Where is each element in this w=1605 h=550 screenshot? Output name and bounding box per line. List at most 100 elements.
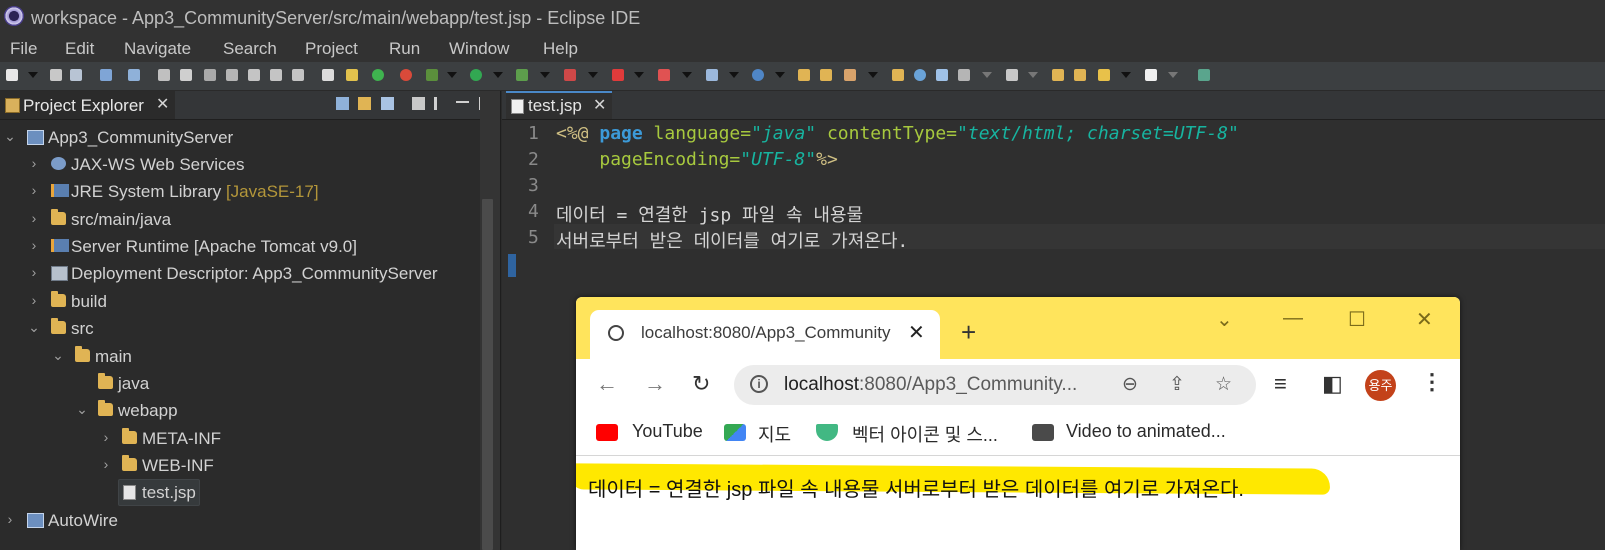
coverage-dropdown-icon[interactable] — [540, 72, 550, 78]
menu-edit[interactable]: Edit — [65, 39, 94, 59]
chevron-down-icon[interactable]: ⌄ — [52, 347, 64, 364]
external-tools-dropdown-icon[interactable] — [588, 72, 598, 78]
close-icon[interactable]: ✕ — [908, 320, 925, 345]
bookmark-youtube[interactable]: YouTube — [632, 421, 703, 442]
skip-breakpoints-icon[interactable] — [346, 69, 358, 81]
menu-run[interactable]: Run — [389, 39, 420, 59]
tab-test-jsp[interactable]: test.jsp ✕ — [506, 91, 612, 119]
code-line-1[interactable]: <%@ page language="java" contentType="te… — [556, 123, 1239, 144]
last-edit-icon[interactable] — [1006, 69, 1018, 81]
chevron-right-icon[interactable]: › — [28, 182, 40, 198]
browser-tab[interactable]: localhost:8080/App3_Community ✕ — [590, 310, 940, 359]
tree-item-web-inf[interactable]: › WEB-INF — [0, 452, 478, 479]
chevron-right-icon[interactable]: › — [100, 429, 112, 445]
share-icon[interactable]: ⇪ — [1169, 373, 1185, 396]
tree-item-main[interactable]: ⌄ main — [0, 343, 478, 370]
debug-icon[interactable] — [426, 69, 438, 81]
focus-icon[interactable] — [412, 97, 425, 110]
more-menu-icon[interactable]: ⋮ — [1421, 369, 1443, 395]
bookmark-video-to-animated[interactable]: Video to animated... — [1066, 421, 1226, 442]
tree-item-java[interactable]: java — [0, 370, 478, 397]
new-tab-icon[interactable]: + — [961, 317, 976, 348]
next-annotation-icon[interactable] — [1074, 69, 1086, 81]
new-server-dropdown-icon[interactable] — [729, 72, 739, 78]
tab-project-explorer[interactable]: Project Explorer ✕ — [0, 91, 175, 119]
tree-item-autowire[interactable]: › AutoWire — [0, 507, 478, 534]
perspective-icon[interactable] — [1198, 69, 1210, 81]
chevron-right-icon[interactable]: › — [28, 155, 40, 171]
side-panel-icon[interactable]: ◧ — [1322, 371, 1343, 397]
toggle-view-icon[interactable] — [322, 69, 334, 81]
close-icon[interactable]: ✕ — [156, 94, 169, 114]
tree-item-build[interactable]: › build — [0, 288, 478, 315]
debug-server-icon[interactable] — [400, 69, 412, 81]
tree-item-src[interactable]: ⌄ src — [0, 315, 478, 342]
suspend-icon[interactable] — [180, 69, 192, 81]
stop-icon[interactable] — [612, 69, 624, 81]
terminate-icon[interactable] — [204, 69, 216, 81]
scrollbar-thumb[interactable] — [482, 199, 493, 550]
last-edit-dropdown-icon[interactable] — [1028, 72, 1038, 78]
code-line-4[interactable]: 데이터 = 연결한 jsp 파일 속 내용물 — [556, 201, 863, 227]
tab-search-icon[interactable]: ⌄ — [1216, 307, 1233, 332]
step-over-icon[interactable] — [270, 69, 282, 81]
bookmark-star-icon[interactable]: ☆ — [1215, 373, 1232, 396]
avatar[interactable]: 용주 — [1365, 370, 1396, 401]
reading-list-icon[interactable]: ≡ — [1274, 371, 1287, 397]
open-type-icon[interactable] — [798, 69, 810, 81]
forward-dropdown-icon[interactable] — [1168, 72, 1178, 78]
prev-annotation-icon[interactable] — [1052, 69, 1064, 81]
brush-icon[interactable] — [844, 69, 856, 81]
save-all-icon[interactable] — [70, 69, 82, 81]
menu-navigate[interactable]: Navigate — [124, 39, 191, 59]
back-icon[interactable] — [1098, 69, 1110, 81]
close-window-icon[interactable]: ✕ — [1416, 307, 1433, 332]
code-line-5[interactable]: 서버로부터 받은 데이터를 여기로 가져온다. — [556, 227, 908, 253]
chevron-down-icon[interactable]: ⌄ — [76, 401, 88, 418]
external-tools-icon[interactable] — [564, 69, 576, 81]
bookmark-maps[interactable]: 지도 — [758, 421, 791, 447]
coverage-icon[interactable] — [516, 69, 528, 81]
address-bar[interactable]: i localhost:8080/App3_Community... ⊖ ⇪ ☆ — [734, 365, 1256, 405]
tree-item-meta-inf[interactable]: › META-INF — [0, 425, 478, 452]
search-project-icon[interactable] — [936, 69, 948, 81]
tree-item-jax-ws[interactable]: › JAX-WS Web Services — [0, 151, 478, 178]
vertical-scrollbar[interactable] — [480, 91, 500, 550]
maximize-icon[interactable]: ☐ — [1348, 307, 1366, 332]
chevron-right-icon[interactable]: › — [28, 292, 40, 308]
chevron-right-icon[interactable]: › — [28, 210, 40, 226]
info-icon[interactable]: i — [750, 375, 768, 393]
menu-search[interactable]: Search — [223, 39, 277, 59]
menu-window[interactable]: Window — [449, 39, 509, 59]
minimize-icon[interactable]: — — [1283, 307, 1303, 330]
new-icon[interactable] — [6, 69, 18, 81]
web-service-dropdown-icon[interactable] — [775, 72, 785, 78]
run-dropdown-icon[interactable] — [493, 72, 503, 78]
code-line-2[interactable]: pageEncoding="UTF-8"%> — [556, 149, 837, 170]
chevron-right-icon[interactable]: › — [28, 264, 40, 280]
step-return-icon[interactable] — [292, 69, 304, 81]
back-dropdown-icon[interactable] — [1121, 72, 1131, 78]
menu-file[interactable]: File — [10, 39, 37, 59]
tree-item-webapp[interactable]: ⌄ webapp — [0, 397, 478, 424]
new-dropdown-icon[interactable] — [28, 72, 38, 78]
chevron-right-icon[interactable]: › — [4, 511, 16, 527]
flag-icon[interactable] — [658, 69, 670, 81]
debug-dropdown-icon[interactable] — [447, 72, 457, 78]
forward-arrow-icon[interactable]: → — [644, 371, 666, 397]
tree-item-jre-library[interactable]: › JRE System Library [JavaSE-17] — [0, 178, 478, 205]
save-icon[interactable] — [50, 69, 62, 81]
annotation-icon[interactable] — [958, 69, 970, 81]
brush-dropdown-icon[interactable] — [868, 72, 878, 78]
flag-dropdown-icon[interactable] — [682, 72, 692, 78]
chevron-right-icon[interactable]: › — [28, 237, 40, 253]
globe-icon[interactable] — [914, 69, 926, 81]
chevron-down-icon[interactable]: ⌄ — [28, 319, 40, 336]
tree-item-server-runtime[interactable]: › Server Runtime [Apache Tomcat v9.0] — [0, 233, 478, 260]
annotation-dropdown-icon[interactable] — [982, 72, 992, 78]
open-perspective-icon[interactable] — [100, 69, 112, 81]
web-service-icon[interactable] — [752, 69, 764, 81]
tree-item-src-main-java[interactable]: › src/main/java — [0, 206, 478, 233]
server-start-icon[interactable] — [372, 69, 384, 81]
resume-icon[interactable] — [158, 69, 170, 81]
